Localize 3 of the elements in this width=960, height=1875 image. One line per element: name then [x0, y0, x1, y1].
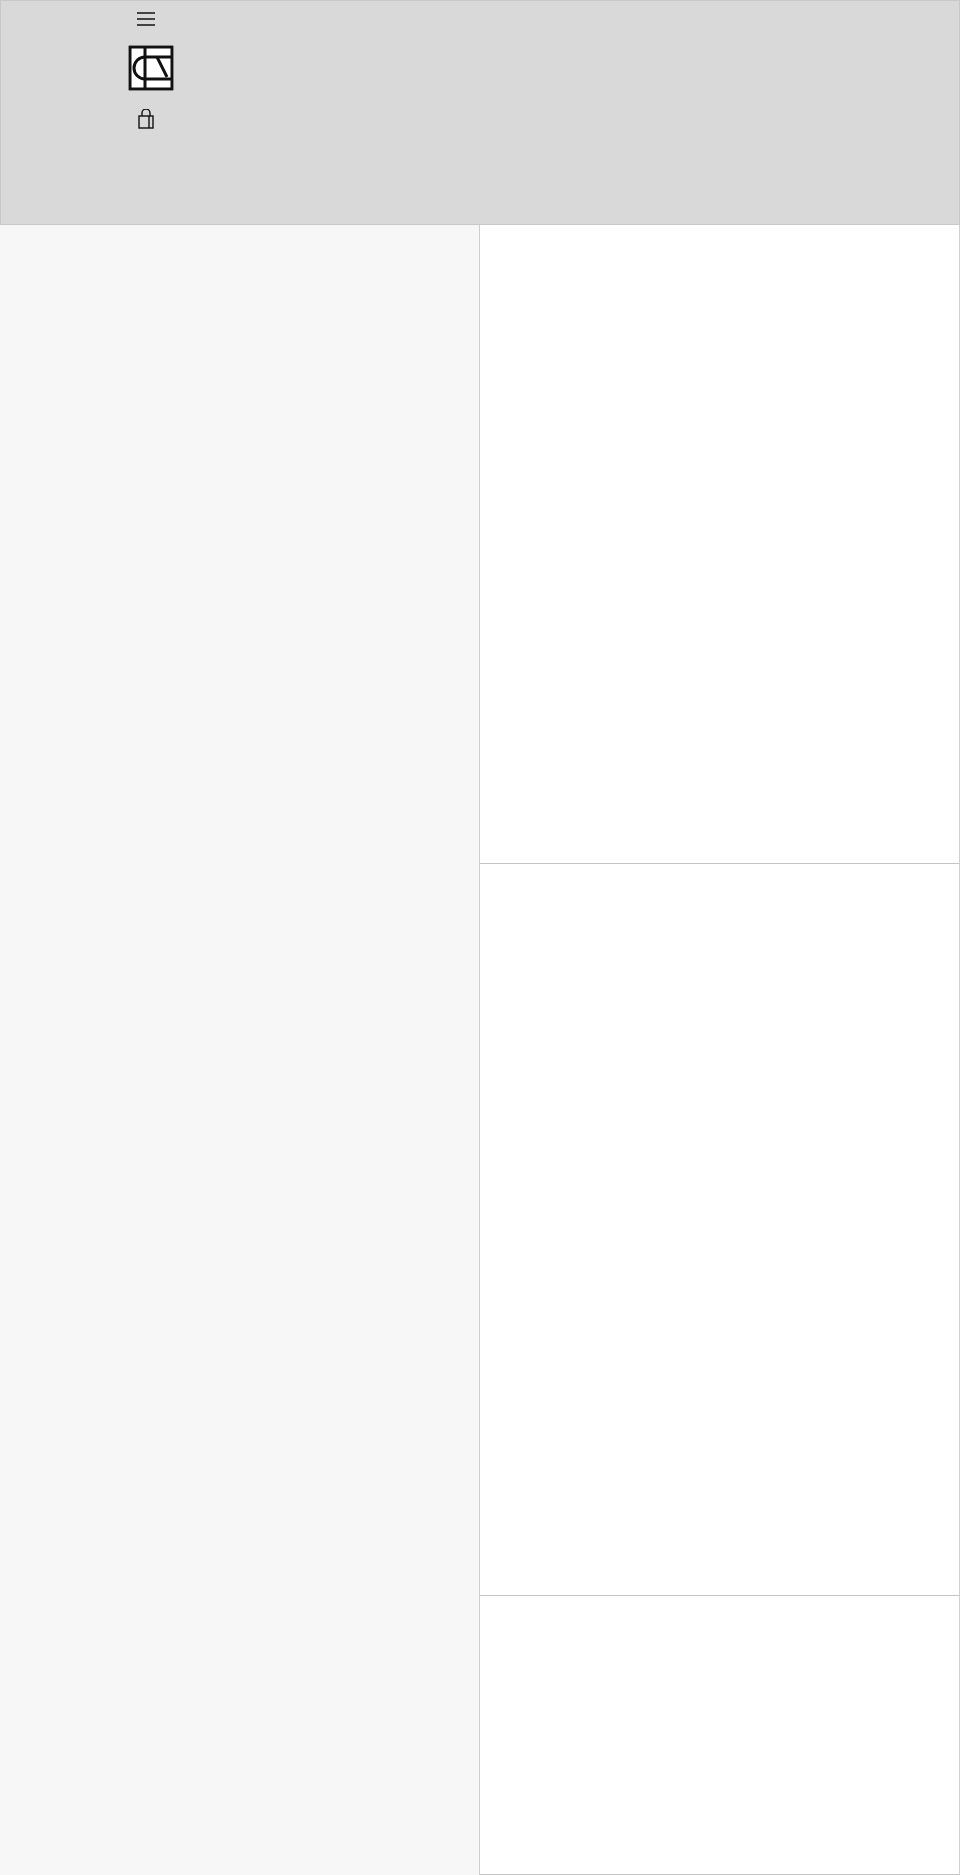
- menu-icon[interactable]: [136, 11, 156, 27]
- logo[interactable]: [128, 45, 174, 91]
- shopping-bag-icon[interactable]: [138, 109, 154, 129]
